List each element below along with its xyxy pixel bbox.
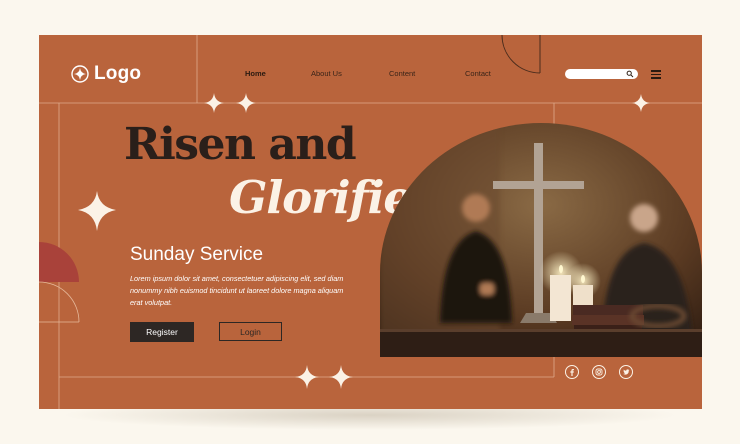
- search-icon: [626, 70, 634, 78]
- instagram-icon[interactable]: [592, 365, 606, 379]
- service-subtitle: Sunday Service: [130, 244, 264, 265]
- facebook-icon[interactable]: [565, 365, 579, 379]
- headline-line-1: Risen and: [124, 119, 357, 170]
- nav-content[interactable]: Content: [389, 69, 415, 78]
- search-input[interactable]: [565, 69, 638, 79]
- landing-card: Logo Home About Us Content Contact Risen…: [39, 35, 702, 409]
- logo-star-icon: [71, 65, 89, 83]
- hero-description: Lorem ipsum dolor sit amet, consectetuer…: [130, 274, 344, 307]
- login-button[interactable]: Login: [219, 322, 282, 341]
- logo[interactable]: Logo: [71, 63, 141, 85]
- church-photo: [380, 123, 702, 357]
- red-quarter-circle: [39, 242, 79, 282]
- register-button[interactable]: Register: [130, 322, 194, 342]
- hamburger-menu-icon[interactable]: [651, 70, 661, 79]
- nav-home[interactable]: Home: [245, 69, 266, 78]
- nav-contact[interactable]: Contact: [465, 69, 491, 78]
- logo-text: Logo: [94, 63, 142, 84]
- twitter-icon[interactable]: [619, 365, 633, 379]
- nav-about-us[interactable]: About Us: [311, 69, 342, 78]
